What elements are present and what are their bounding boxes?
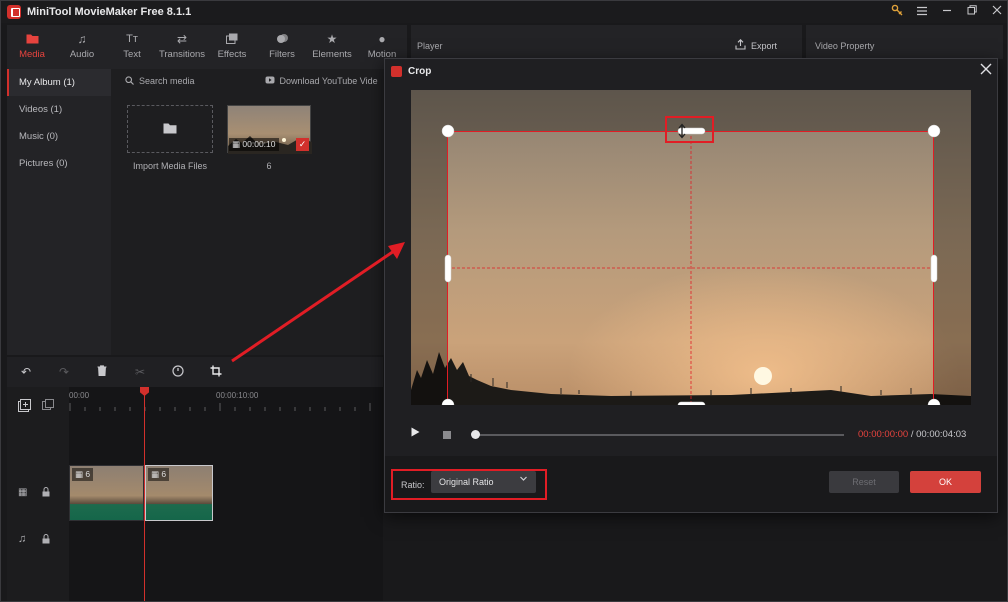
app-window: MiniTool MovieMaker Free 8.1.1 Media ♫ A… — [0, 0, 1008, 602]
annotation-arrow-icon — [231, 242, 405, 363]
